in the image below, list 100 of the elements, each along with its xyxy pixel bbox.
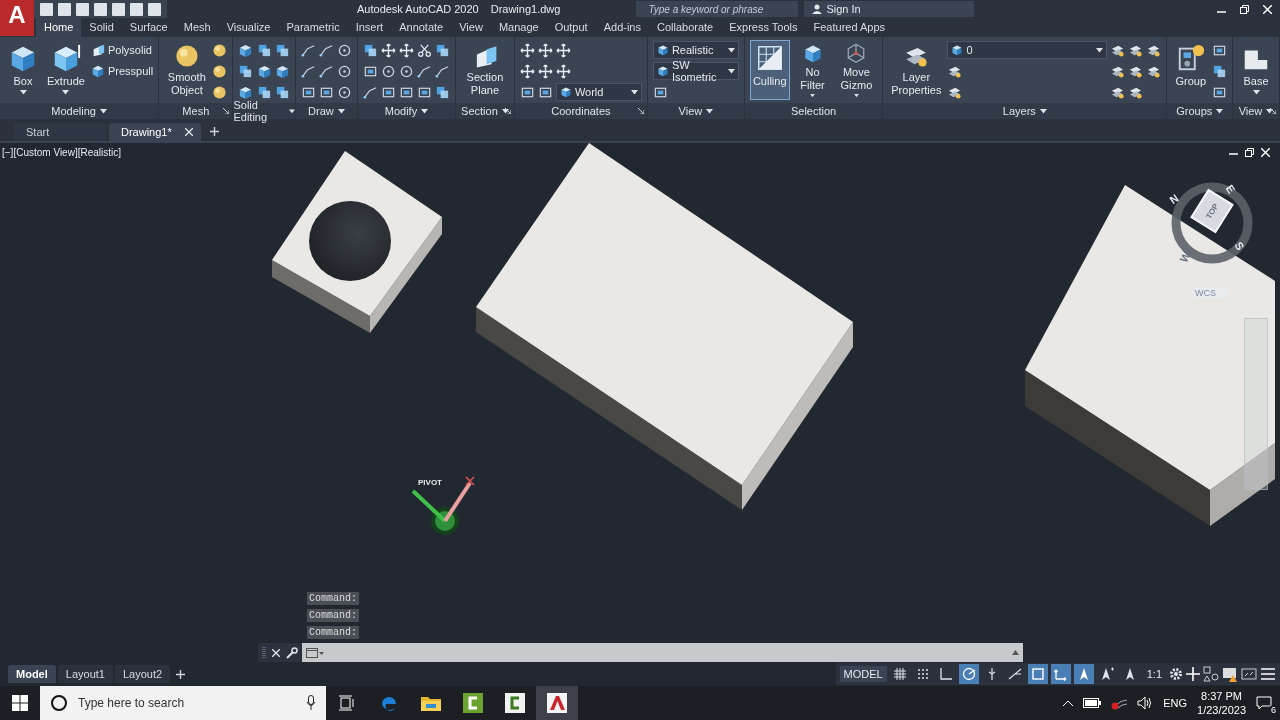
ribbon-button[interactable]: Layer Properties <box>888 40 945 100</box>
editor-app-icon[interactable] <box>505 693 525 713</box>
add-tab-icon[interactable] <box>176 669 186 679</box>
tool-button[interactable] <box>416 63 432 79</box>
tool-button[interactable] <box>537 42 553 58</box>
toolbar-icon[interactable] <box>94 2 107 16</box>
tool-button[interactable] <box>212 84 228 100</box>
status-toggle[interactable] <box>1073 664 1094 684</box>
tool-button[interactable] <box>362 42 378 58</box>
folder-icon[interactable] <box>421 695 441 711</box>
compass-ring[interactable] <box>1171 182 1253 264</box>
tool-button[interactable] <box>256 42 272 58</box>
tool-button[interactable] <box>274 63 290 79</box>
status-toggle[interactable] <box>1050 664 1071 684</box>
chevron-up-icon[interactable] <box>1063 700 1074 706</box>
sign-in-button[interactable]: Sign In <box>804 1 975 17</box>
ribbon-button[interactable]: Extrude <box>44 40 88 100</box>
microphone-icon[interactable] <box>306 695 316 711</box>
dropdown[interactable]: 0 <box>947 41 1108 59</box>
wrench-icon[interactable] <box>286 646 298 659</box>
toolbar-icon[interactable] <box>148 2 161 16</box>
plus-icon[interactable] <box>1186 667 1200 681</box>
settings-icon[interactable] <box>1169 667 1183 681</box>
launcher-icon[interactable] <box>1270 108 1276 114</box>
layout-tab[interactable]: Layout1 <box>57 665 113 683</box>
restore-icon[interactable] <box>1240 4 1249 14</box>
tool-button[interactable] <box>300 42 316 58</box>
ribbon-tab[interactable]: Solid <box>81 18 122 37</box>
dropdown[interactable]: World <box>555 83 642 101</box>
ribbon-button[interactable]: No Filter <box>792 40 833 100</box>
launcher-icon[interactable] <box>223 108 230 114</box>
tool-button[interactable] <box>380 42 396 58</box>
layout-tab[interactable]: Model <box>8 665 56 683</box>
tool-button[interactable] <box>256 84 272 100</box>
ribbon-tab[interactable]: Collaborate <box>648 18 722 37</box>
tool-button[interactable] <box>318 42 334 58</box>
tool-button[interactable] <box>256 63 272 79</box>
status-toggle[interactable] <box>1027 664 1048 684</box>
compass-direction[interactable]: N <box>1167 191 1181 207</box>
viewport-label[interactable]: [−][Custom View][Realistic] <box>2 147 122 158</box>
tool-button[interactable] <box>1212 63 1227 79</box>
tool-button[interactable] <box>238 84 254 100</box>
ribbon-tab[interactable]: Parametric <box>278 18 348 37</box>
model-space-button[interactable]: MODEL <box>839 666 887 682</box>
task-view-icon[interactable] <box>339 695 355 711</box>
ribbon-button[interactable]: Presspull <box>90 64 154 78</box>
clock-date[interactable]: 1/23/2023 <box>1197 703 1246 717</box>
dropdown[interactable]: SW Isometric <box>652 62 739 80</box>
close-icon[interactable] <box>185 128 193 136</box>
ribbon-tab[interactable]: Surface <box>121 18 176 37</box>
ribbon-tab[interactable]: Output <box>546 18 596 37</box>
annotation-scale-button[interactable]: 1:1 <box>1142 668 1166 680</box>
menu-icon[interactable] <box>1260 666 1276 682</box>
tool-button[interactable] <box>336 42 352 58</box>
tool-button[interactable] <box>238 42 254 58</box>
tool-button[interactable] <box>274 84 290 100</box>
toolbar-icon[interactable] <box>76 2 89 16</box>
notification-icon[interactable] <box>1256 695 1272 711</box>
tool-button[interactable] <box>212 42 228 58</box>
tool-button[interactable] <box>362 84 378 100</box>
panel-title[interactable]: View <box>678 105 703 117</box>
ribbon-button[interactable]: Smooth Object <box>164 40 210 100</box>
tool-button[interactable] <box>300 63 316 79</box>
tool-button[interactable] <box>318 63 334 79</box>
tool-button[interactable] <box>519 63 535 79</box>
grip-icon[interactable] <box>262 646 266 659</box>
document-tab[interactable]: Drawing1* <box>109 123 201 141</box>
panel-title[interactable]: Solid Editing <box>233 99 286 123</box>
tool-button[interactable] <box>336 63 352 79</box>
ribbon-tab[interactable]: Featured Apps <box>805 18 894 37</box>
tool-button[interactable] <box>416 42 432 58</box>
battery-icon[interactable] <box>1083 698 1102 708</box>
ribbon-tab[interactable]: Express Tools <box>721 18 806 37</box>
cad-app-icon[interactable] <box>547 693 567 713</box>
taskbar-search-field[interactable]: Type here to search <box>78 688 296 718</box>
toolbar-icon[interactable] <box>40 2 53 16</box>
network-icon[interactable] <box>1111 696 1128 710</box>
tool-button[interactable] <box>274 42 290 58</box>
tool-button[interactable] <box>537 63 553 79</box>
taskbar-button[interactable] <box>536 686 578 720</box>
clock-time[interactable]: 8:37 PM <box>1201 689 1242 703</box>
command-line-field[interactable] <box>302 643 1023 662</box>
ribbon-button[interactable]: Polysolid <box>90 43 154 57</box>
status-toggle[interactable] <box>958 664 979 684</box>
hardware-icon[interactable] <box>1222 666 1238 682</box>
search-box[interactable]: Type here to search <box>40 686 326 720</box>
ribbon-button[interactable]: Section Plane <box>460 40 509 100</box>
ribbon-tab[interactable]: Mesh <box>175 18 219 37</box>
gizmo-drawing[interactable] <box>411 476 475 535</box>
search-field[interactable]: Type a keyword or phrase <box>636 1 799 17</box>
ribbon-tab[interactable]: Annotate <box>391 18 452 37</box>
volume-icon[interactable] <box>1137 696 1154 710</box>
console-icon[interactable] <box>306 647 324 658</box>
tool-button[interactable] <box>238 63 254 79</box>
ribbon-tab[interactable]: Insert <box>347 18 392 37</box>
language-indicator[interactable]: ENG <box>1163 697 1188 709</box>
toolbar-icon[interactable] <box>58 2 71 16</box>
app-menu-button[interactable]: A <box>0 0 34 36</box>
ribbon-button[interactable]: Group <box>1172 40 1209 100</box>
ribbon-button[interactable]: Move Gizmo <box>835 40 878 100</box>
